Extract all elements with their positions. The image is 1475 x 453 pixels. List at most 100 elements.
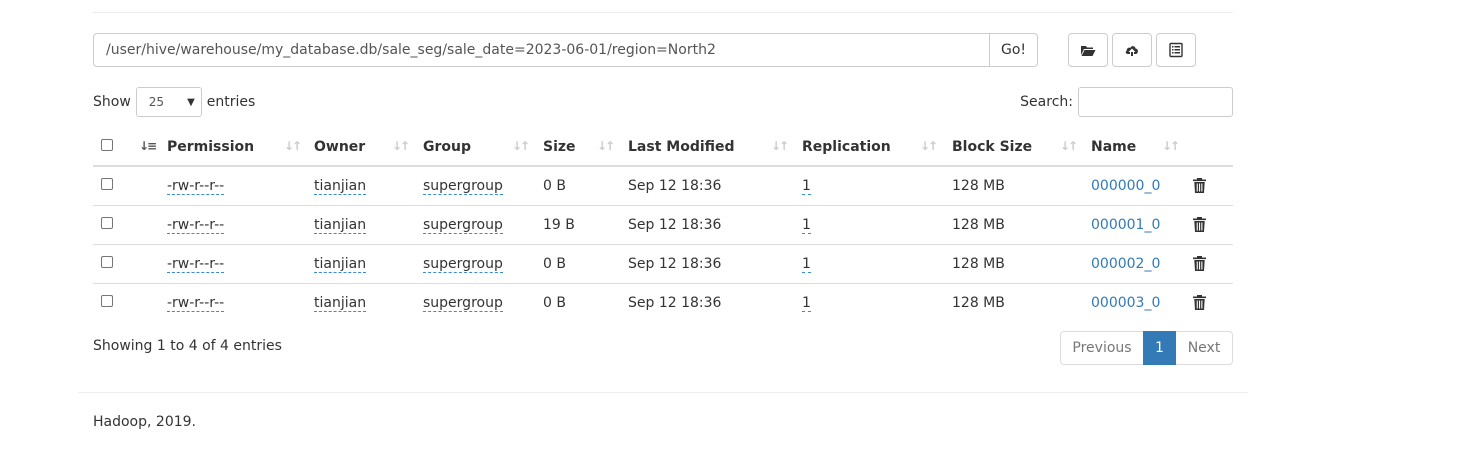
- group-editable[interactable]: supergroup: [423, 255, 503, 273]
- sort-icon: ↓↑: [597, 139, 615, 153]
- size-cell: 0 B: [543, 294, 566, 311]
- file-name-link[interactable]: 000003_0: [1091, 295, 1160, 311]
- entries-select[interactable]: 25 ▼: [135, 87, 202, 117]
- header-last-modified[interactable]: Last Modified ↓↑: [628, 128, 802, 167]
- block-size-cell: 128 MB: [952, 244, 1091, 284]
- header-size[interactable]: Size ↓↑: [543, 128, 628, 167]
- group-editable[interactable]: supergroup: [423, 177, 503, 195]
- cloud-upload-icon: [1125, 46, 1138, 56]
- permission-editable[interactable]: -rw-r--r--: [167, 255, 225, 273]
- sort-icon: ↓↑: [512, 139, 530, 153]
- header-owner-label: Owner: [314, 138, 366, 155]
- name-cell: 000002_0: [1091, 244, 1193, 284]
- row-spacer-cell: [131, 205, 167, 245]
- replication-editable[interactable]: 1: [802, 177, 811, 195]
- upload-button[interactable]: [1112, 33, 1152, 67]
- header-group-label: Group: [423, 138, 472, 155]
- next-page-button[interactable]: Next: [1176, 331, 1233, 365]
- permission-cell: -rw-r--r--: [167, 283, 314, 322]
- replication-cell: 1: [802, 283, 952, 322]
- header-replication-label: Replication: [802, 138, 891, 155]
- select-all-header: [93, 128, 131, 167]
- owner-editable[interactable]: tianjian: [314, 216, 367, 234]
- header-group[interactable]: Group ↓↑: [423, 128, 543, 167]
- entries-label: entries: [206, 94, 256, 110]
- replication-cell: 1: [802, 244, 952, 284]
- list-alt-icon: [1169, 42, 1183, 58]
- group-cell: supergroup: [423, 205, 543, 245]
- permission-editable[interactable]: -rw-r--r--: [167, 216, 225, 234]
- table-row: -rw-r--r-- tianjian supergroup 0 B Sep 12 18…: [93, 283, 1233, 322]
- group-editable[interactable]: supergroup: [423, 294, 503, 312]
- header-permission[interactable]: Permission ↓↑: [167, 128, 314, 167]
- owner-editable[interactable]: tianjian: [314, 255, 367, 273]
- row-checkbox[interactable]: [101, 177, 113, 190]
- page-1-button[interactable]: 1: [1143, 331, 1176, 365]
- entries-select-value: 25: [148, 95, 165, 109]
- replication-editable[interactable]: 1: [802, 255, 811, 273]
- header-replication[interactable]: Replication ↓↑: [802, 128, 952, 167]
- group-cell: supergroup: [423, 244, 543, 284]
- file-name-link[interactable]: 000002_0: [1091, 256, 1160, 272]
- block-size-cell: 128 MB: [952, 294, 1005, 311]
- row-checkbox[interactable]: [101, 216, 113, 229]
- owner-editable[interactable]: tianjian: [314, 294, 367, 312]
- create-directory-button[interactable]: [1068, 33, 1108, 67]
- row-spacer-cell: [131, 166, 167, 206]
- actions-header: [1193, 128, 1233, 167]
- trash-icon[interactable]: [1193, 178, 1233, 194]
- sort-icon: ↓↑: [392, 139, 410, 153]
- trash-icon[interactable]: [1193, 217, 1233, 232]
- size-cell: 0 B: [543, 166, 628, 206]
- header-block-size[interactable]: Block Size ↓↑: [952, 128, 1091, 167]
- header-name-label: Name: [1091, 138, 1137, 155]
- table-row: -rw-r--r-- tianjian supergroup 0 B Sep 12 18…: [93, 166, 1233, 206]
- trash-icon[interactable]: [1193, 295, 1233, 311]
- last-modified-cell: Sep 12 18:36: [628, 205, 802, 245]
- path-input[interactable]: [93, 33, 989, 67]
- table-row: -rw-r--r-- tianjian supergroup 0 B Sep 12 18…: [93, 244, 1233, 284]
- owner-cell: tianjian: [314, 283, 423, 322]
- replication-editable[interactable]: 1: [802, 294, 811, 312]
- footer-divider: [78, 392, 1248, 393]
- row-select-cell: [93, 205, 131, 245]
- hdfs-browser-page: Go! Show 25 ▼ entries Search:: [0, 0, 1475, 453]
- header-owner[interactable]: Owner ↓↑: [314, 128, 423, 167]
- sort-icon: ↓↑: [1162, 139, 1180, 153]
- sort-icon: ↓↑: [771, 139, 789, 153]
- search-control: Search:: [1020, 87, 1233, 117]
- cut-paste-button[interactable]: [1156, 33, 1196, 67]
- delete-cell: [1193, 244, 1233, 284]
- row-select-cell: [93, 166, 131, 206]
- delete-cell: [1193, 166, 1233, 206]
- show-label: Show: [93, 94, 131, 110]
- go-button[interactable]: Go!: [989, 33, 1038, 67]
- file-name-link[interactable]: 000001_0: [1091, 217, 1160, 233]
- header-name[interactable]: Name ↓↑: [1091, 128, 1193, 167]
- owner-cell: tianjian: [314, 205, 423, 245]
- row-checkbox[interactable]: [101, 294, 113, 307]
- sort-header[interactable]: ↓≡: [131, 128, 167, 167]
- header-last-modified-label: Last Modified: [628, 138, 735, 155]
- permission-editable[interactable]: -rw-r--r--: [167, 294, 225, 312]
- select-all-checkbox[interactable]: [101, 138, 113, 151]
- top-divider: [93, 12, 1233, 13]
- permission-editable[interactable]: -rw-r--r--: [167, 177, 225, 195]
- previous-page-button[interactable]: Previous: [1060, 331, 1143, 365]
- sort-icon: ↓↑: [920, 139, 938, 153]
- group-editable[interactable]: supergroup: [423, 216, 503, 234]
- chevron-down-icon: ▼: [187, 96, 195, 108]
- row-checkbox[interactable]: [101, 255, 113, 268]
- name-cell: 000003_0: [1091, 283, 1193, 322]
- group-cell: supergroup: [423, 283, 543, 322]
- delete-cell: [1193, 283, 1233, 322]
- search-input[interactable]: [1078, 87, 1233, 117]
- trash-icon[interactable]: [1193, 256, 1233, 271]
- row-spacer-cell: [131, 244, 167, 284]
- replication-editable[interactable]: 1: [802, 216, 811, 234]
- owner-editable[interactable]: tianjian: [314, 177, 367, 195]
- block-size-cell: 128 MB: [952, 166, 1091, 206]
- row-select-cell: [93, 283, 131, 322]
- file-name-link[interactable]: 000000_0: [1091, 178, 1160, 194]
- delete-cell: [1193, 205, 1233, 245]
